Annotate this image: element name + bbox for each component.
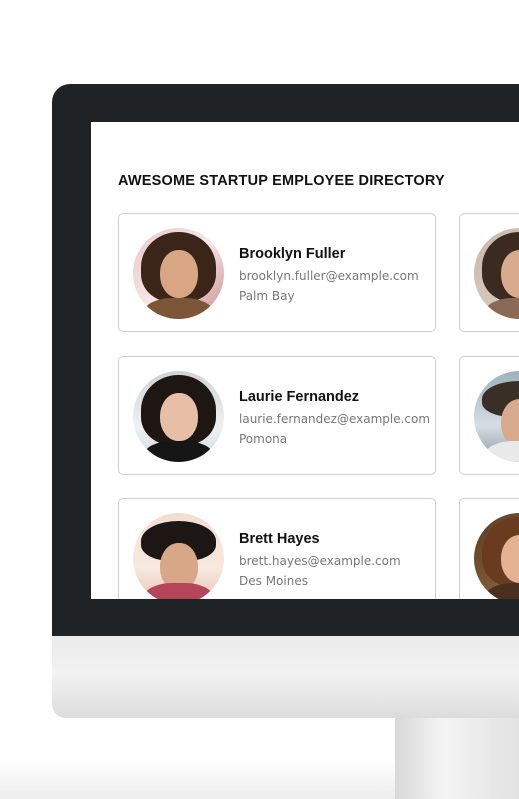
employee-email[interactable]: brett.hayes@example.com: [239, 554, 401, 568]
employee-card-partial[interactable]: [459, 498, 519, 599]
monitor-screen: AWESOME STARTUP EMPLOYEE DIRECTORY Brook…: [91, 122, 519, 599]
employee-card[interactable]: Brooklyn Fuller brooklyn.fuller@example.…: [118, 213, 436, 332]
employee-name: Brooklyn Fuller: [239, 246, 346, 262]
employee-email[interactable]: laurie.fernandez@example.com: [239, 412, 430, 426]
employee-avatar: [474, 513, 519, 599]
employee-name: Brett Hayes: [239, 531, 320, 547]
employee-city: Pomona: [239, 432, 288, 446]
employee-avatar: [133, 371, 224, 462]
page-title: AWESOME STARTUP EMPLOYEE DIRECTORY: [118, 173, 445, 189]
employee-card[interactable]: Brett Hayes brett.hayes@example.com Des …: [118, 498, 436, 599]
employee-card-partial[interactable]: [459, 356, 519, 475]
employee-name: Laurie Fernandez: [239, 389, 360, 405]
employee-avatar: [474, 228, 519, 319]
employee-city: Palm Bay: [239, 289, 295, 303]
employee-avatar: [474, 371, 519, 462]
employee-avatar: [133, 228, 224, 319]
employee-city: Des Moines: [239, 574, 308, 588]
employee-avatar: [133, 513, 224, 599]
employee-card-partial[interactable]: [459, 213, 519, 332]
employee-email[interactable]: brooklyn.fuller@example.com: [239, 269, 419, 283]
employee-card[interactable]: Laurie Fernandez laurie.fernandez@exampl…: [118, 356, 436, 475]
